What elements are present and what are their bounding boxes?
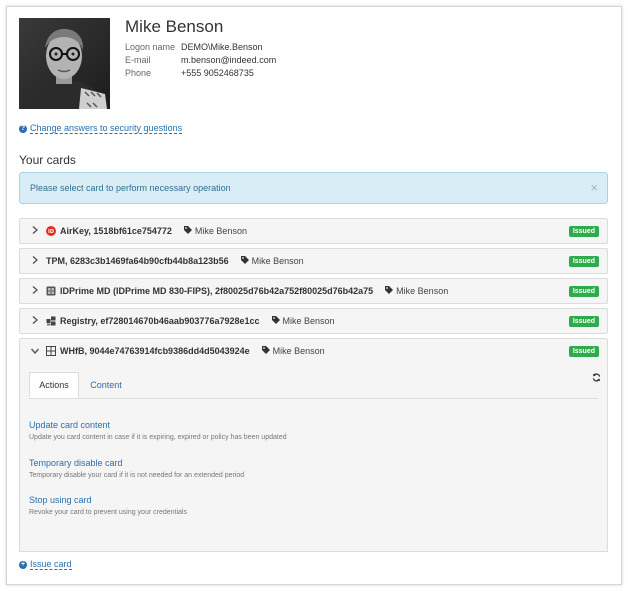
update-card-operation: Update card content Update you card cont… [29, 420, 287, 441]
tab-content[interactable]: Content [85, 372, 127, 398]
user-photo [19, 18, 110, 109]
disable-card-description: Temporary disable your card if it is not… [29, 472, 245, 479]
update-card-link[interactable]: Update card content [29, 420, 287, 430]
chevron-down-icon[interactable] [29, 346, 40, 357]
question-circle-icon: ? [19, 124, 27, 133]
status-badge: Issued [568, 226, 599, 237]
card-label: TPM, 6283c3b1469fa64b90cfb44b8a123b56 [46, 256, 229, 266]
tag-icon [240, 256, 249, 266]
card-label: IDPrime MD (IDPrime MD 830-FIPS), 2f8002… [60, 286, 374, 296]
tag-icon [183, 226, 192, 236]
logon-name-label: Logon name [125, 42, 176, 52]
card-row-tpm[interactable]: TPM, 6283c3b1469fa64b90cfb44b8a123b56 Mi… [19, 248, 608, 274]
svg-text:ID: ID [48, 229, 54, 235]
card-owner-tag: Mike Benson [240, 256, 304, 266]
your-cards-heading: Your cards [19, 153, 76, 167]
update-card-description: Update you card content in case if it is… [29, 434, 287, 441]
status-badge: Issued [568, 316, 599, 327]
card-label: Registry, ef728014670b46aab903776a7928e1… [60, 316, 260, 326]
card-owner: Mike Benson [251, 256, 304, 266]
card-label: WHfB, 9044e74763914fcb9386dd4d5043924e [60, 346, 250, 356]
stop-card-description: Revoke your card to prevent using your c… [29, 509, 187, 516]
chevron-right-icon[interactable] [29, 225, 40, 237]
card-owner: Mike Benson [282, 316, 335, 326]
tag-icon [271, 316, 280, 326]
card-row-idprime[interactable]: IDPrime MD (IDPrime MD 830-FIPS), 2f8002… [19, 278, 608, 304]
card-owner-tag: Mike Benson [183, 226, 247, 236]
card-owner: Mike Benson [194, 226, 247, 236]
card-row-airkey[interactable]: ID AirKey, 1518bf61ce754772 Mike Benson … [19, 218, 608, 244]
card-owner-tag: Mike Benson [271, 316, 335, 326]
chevron-right-icon[interactable] [29, 285, 40, 297]
logon-name-row: Logon name DEMO\Mike.Benson [125, 41, 276, 54]
card-details-panel: Actions Content Update card content Upda… [19, 363, 608, 552]
refresh-icon[interactable] [592, 373, 601, 384]
status-badge: Issued [568, 346, 599, 357]
user-name: Mike Benson [125, 17, 224, 36]
logon-name-value: DEMO\Mike.Benson [181, 42, 263, 52]
card-row-registry[interactable]: Registry, ef728014670b46aab903776a7928e1… [19, 308, 608, 334]
email-row: E-mail m.benson@indeed.com [125, 54, 276, 67]
status-badge: Issued [568, 256, 599, 267]
airkey-icon: ID [46, 226, 56, 236]
card-label: AirKey, 1518bf61ce754772 [60, 226, 172, 236]
card-row-whfb[interactable]: WHfB, 9044e74763914fcb9386dd4d5043924e M… [19, 338, 608, 364]
phone-label: Phone [125, 68, 152, 78]
card-owner-tag: Mike Benson [261, 346, 325, 356]
disable-card-link[interactable]: Temporary disable card [29, 458, 244, 468]
info-alert: Please select card to perform necessary … [19, 172, 608, 204]
smartcard-icon [46, 286, 56, 296]
change-security-answers-link[interactable]: Change answers to security questions [30, 123, 183, 134]
email-value: m.benson@indeed.com [181, 55, 277, 65]
email-label: E-mail [125, 55, 151, 65]
alert-close-button[interactable]: × [590, 181, 598, 194]
windows-icon [46, 346, 56, 356]
user-profile-page: Mike Benson Logon name DEMO\Mike.Benson … [6, 6, 622, 585]
card-tabs: Actions Content [29, 372, 598, 399]
security-questions-link-row: ? Change answers to security questions [19, 123, 183, 134]
issue-card-row: + Issue card [19, 559, 72, 570]
tab-actions[interactable]: Actions [29, 372, 79, 398]
stop-card-link[interactable]: Stop using card [29, 495, 187, 505]
issue-card-link[interactable]: Issue card [30, 559, 72, 570]
tag-icon [261, 346, 270, 356]
disable-card-operation: Temporary disable card Temporary disable… [29, 458, 244, 479]
plus-circle-icon: + [19, 560, 27, 569]
stop-card-operation: Stop using card Revoke your card to prev… [29, 495, 187, 516]
chevron-right-icon[interactable] [29, 255, 40, 267]
phone-row: Phone +555 9052468735 [125, 67, 276, 80]
status-badge: Issued [568, 286, 599, 297]
card-owner: Mike Benson [272, 346, 325, 356]
phone-value: +555 9052468735 [181, 68, 254, 78]
tag-icon [385, 286, 394, 296]
registry-icon [46, 316, 56, 326]
user-details: Logon name DEMO\Mike.Benson E-mail m.ben… [125, 41, 276, 80]
card-owner-tag: Mike Benson [385, 286, 448, 296]
alert-text: Please select card to perform necessary … [30, 183, 231, 193]
chevron-right-icon[interactable] [29, 315, 40, 327]
card-owner: Mike Benson [396, 286, 449, 296]
